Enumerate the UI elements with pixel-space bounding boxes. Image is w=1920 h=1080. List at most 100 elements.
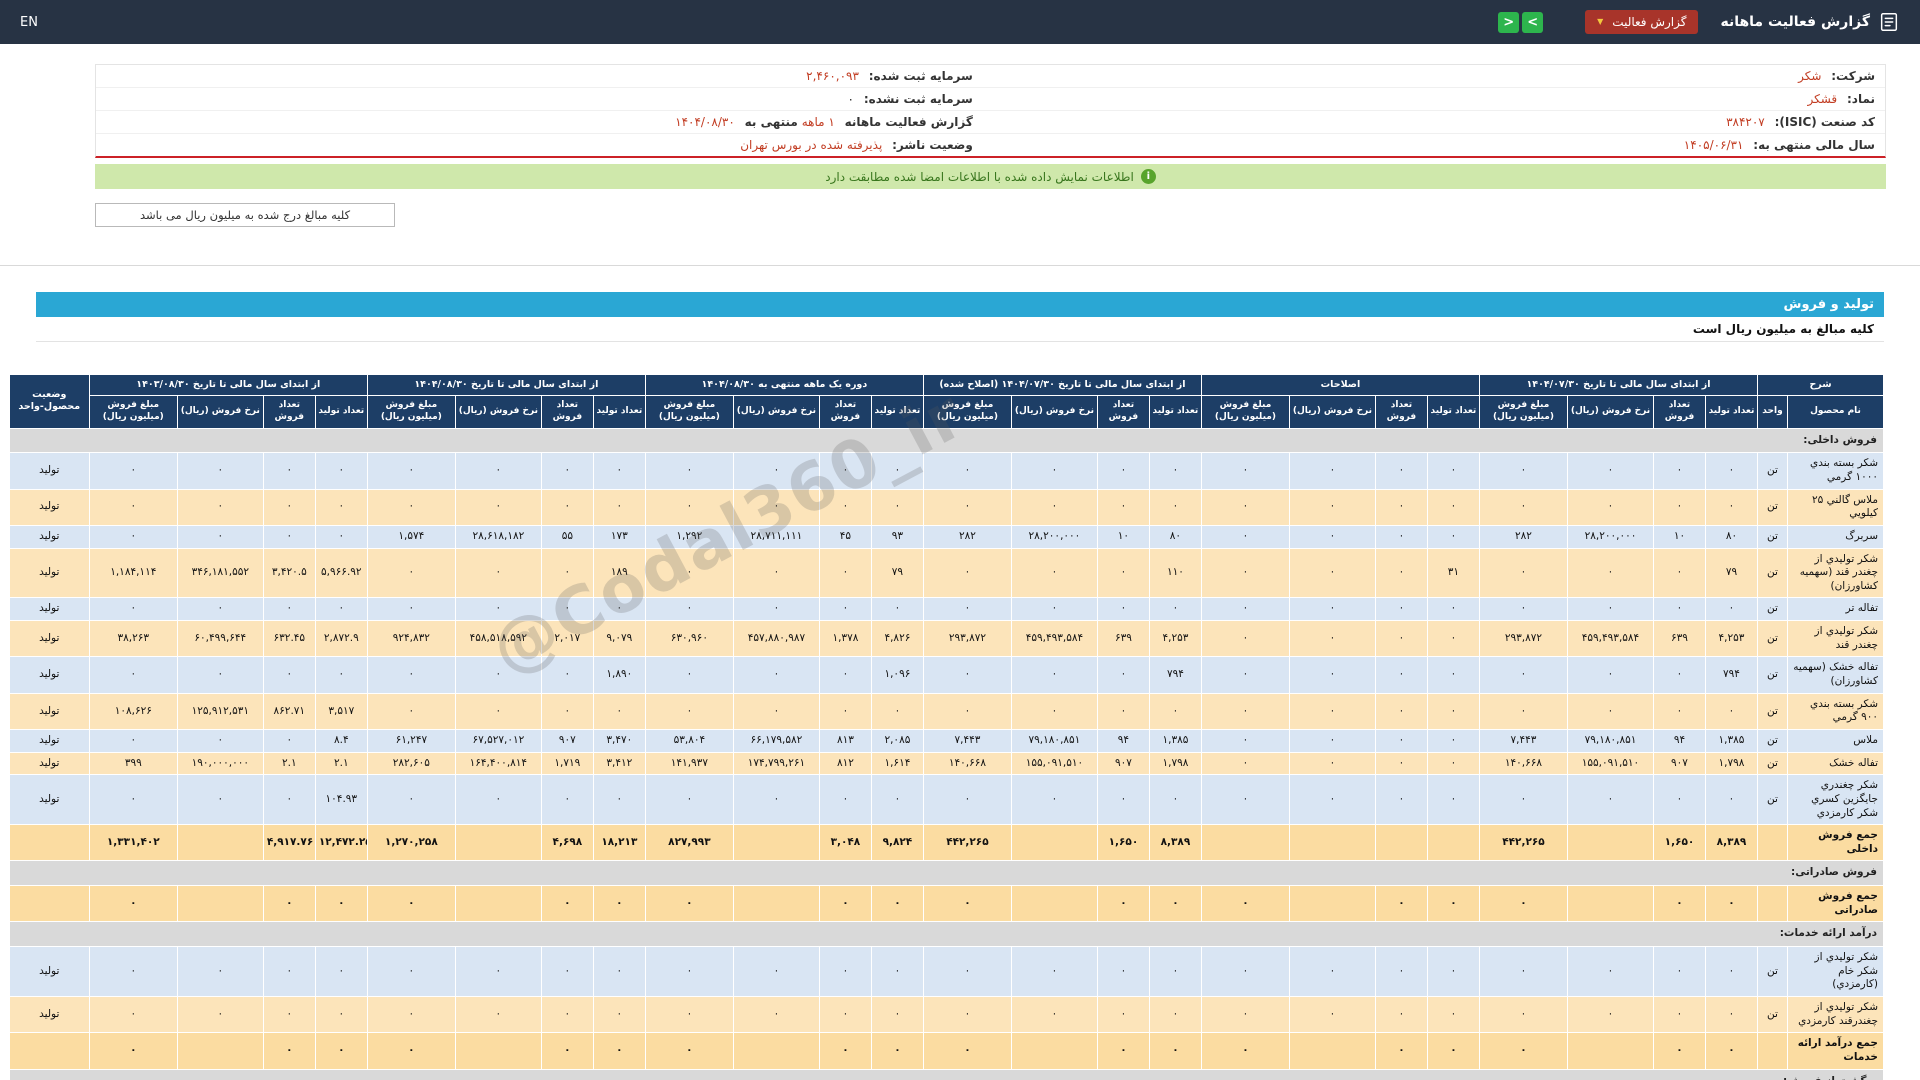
value-cell: ۰ — [922, 774, 1012, 826]
col-header-sub: تعداد تولید — [592, 395, 646, 429]
value-cell: ۰ — [540, 488, 594, 526]
value-cell: ۰ — [454, 995, 542, 1034]
col-header-sub: تعداد فروش — [1652, 395, 1706, 429]
value-cell: ۶۷,۵۲۷,۰۱۲ — [454, 728, 542, 753]
product-status-cell: تولید — [8, 774, 90, 826]
product-row: شکر بسته بندي ۹۰۰ گرمي تن ۰ ۰ ۰ ۰ ۰ ۰ ۰ ۰ ۰ ۰ ۰ ۰ ۰ ۰ ۰ ۰… — [8, 692, 1884, 730]
value-cell: ۰ — [454, 452, 542, 490]
col-header-sub: مبلغ فروش (میلیون ریال) — [1478, 395, 1568, 429]
value-cell: ۰ — [644, 656, 734, 694]
company-label: شرکت: — [1831, 69, 1875, 83]
value-cell: ۲۸۲ — [922, 524, 1012, 549]
value-cell: ۰ — [540, 885, 594, 923]
value-cell: ۰ — [644, 597, 734, 622]
value-cell: ۱۴۱,۹۳۷ — [644, 751, 734, 776]
value-cell: ۰ — [1566, 946, 1654, 997]
value-cell: ۰ — [88, 488, 178, 526]
symbol-value[interactable]: قشکر — [1807, 92, 1837, 106]
product-status-cell — [8, 885, 90, 923]
value-cell: ۰ — [870, 1032, 924, 1070]
section-header-production-sales: تولید و فروش — [36, 292, 1884, 317]
value-cell — [1374, 824, 1428, 862]
value-cell: ۱۷۳ — [592, 524, 646, 549]
value-cell: ۰ — [1652, 995, 1706, 1034]
report-icon — [1878, 11, 1900, 33]
value-cell: ۰ — [454, 656, 542, 694]
col-header-period-1: اصلاحات — [1200, 373, 1480, 397]
value-cell: ۰ — [176, 524, 264, 549]
value-cell: ۰ — [454, 547, 542, 599]
value-cell: ۰ — [1288, 452, 1376, 490]
company-value[interactable]: شکر — [1798, 69, 1821, 83]
value-cell: ۷۹,۱۸۰,۸۵۱ — [1566, 728, 1654, 753]
value-cell: ۱,۰۹۶ — [870, 656, 924, 694]
value-cell: ۰ — [1288, 692, 1376, 730]
value-cell: ۰ — [922, 692, 1012, 730]
value-cell: ۰ — [1374, 946, 1428, 997]
value-cell: ۱,۳۸۵ — [1148, 728, 1202, 753]
value-cell: ۰ — [1200, 597, 1290, 622]
product-name-cell: تفاله خشک (سهمیه کشاورزان) — [1787, 656, 1884, 694]
unit-cell: تن — [1756, 597, 1789, 622]
value-cell: ۰ — [176, 995, 264, 1034]
value-cell: ۰ — [1010, 946, 1098, 997]
value-cell: ۶۶,۱۷۹,۵۸۲ — [732, 728, 820, 753]
value-cell: ۰ — [1148, 452, 1202, 490]
value-cell: ۷۹۴ — [1148, 656, 1202, 694]
value-cell: ۰ — [1200, 547, 1290, 599]
value-cell: ۷۹ — [870, 547, 924, 599]
unit-cell — [1756, 1032, 1789, 1070]
isic-label: کد صنعت (ISIC): — [1774, 115, 1875, 129]
value-cell: ۰ — [262, 885, 316, 923]
value-cell: ۰ — [88, 597, 178, 622]
value-cell: ۰ — [176, 488, 264, 526]
header-sub-row: نام محصول واحد تعداد تولید تعداد فروش نرخ فر… — [9, 395, 1884, 429]
product-status-cell: تولید — [8, 995, 90, 1034]
value-cell: ۰ — [314, 488, 368, 526]
col-header-desc: شرح — [1756, 373, 1885, 397]
value-cell: ۰ — [540, 995, 594, 1034]
value-cell: ۲,۰۸۵ — [870, 728, 924, 753]
value-cell: ۰ — [1478, 452, 1568, 490]
product-row: شکر چغندري جایگزین کسري شکر کارمزدي تن ۰ ۰ ۰… — [8, 774, 1884, 826]
value-cell: ۰ — [1652, 692, 1706, 730]
value-cell: ۰ — [540, 692, 594, 730]
registered-capital-value: ۲,۴۶۰,۰۹۳ — [806, 69, 859, 83]
value-cell: ۰ — [1652, 452, 1706, 490]
value-cell: ۰ — [1426, 751, 1480, 776]
value-cell — [454, 824, 542, 862]
value-cell: ۱۰ — [1096, 524, 1150, 549]
value-cell: ۰ — [1288, 728, 1376, 753]
value-cell: ۰ — [1374, 452, 1428, 490]
value-cell: ۱,۶۵۰ — [1096, 824, 1150, 862]
value-cell: ۰ — [540, 656, 594, 694]
value-cell: ۰ — [1478, 1032, 1568, 1070]
product-name-cell: سربرگ — [1787, 524, 1884, 549]
value-cell: ۰ — [1288, 995, 1376, 1034]
report-type-dropdown[interactable]: گزارش فعالیت ▼ — [1585, 10, 1699, 34]
info-pair: وضعیت ناشر: پذیرفته شده در بورس تهران — [106, 138, 973, 152]
value-cell: ۰ — [732, 774, 820, 826]
value-cell: ۰ — [88, 885, 178, 923]
value-cell: ۴۵۷,۸۸۰,۹۸۷ — [732, 620, 820, 658]
product-name-cell: شکر بسته بندي ۹۰۰ گرمي — [1787, 692, 1884, 730]
product-row: ملاس تن ۱,۳۸۵ ۹۴ ۷۹,۱۸۰,۸۵۱ ۷,۴۴۳ ۰ ۰ ۰ ۰ ۱,۳۸۵ ۹۴ ۷… — [8, 728, 1884, 753]
value-cell: ۶۱,۲۴۷ — [366, 728, 456, 753]
value-cell: ۰ — [870, 452, 924, 490]
nav-forward-icon[interactable]: > — [1522, 11, 1544, 33]
value-cell: ۸۰ — [1704, 524, 1758, 549]
unregistered-capital-label: سرمایه ثبت نشده: — [863, 92, 973, 106]
value-cell: ۰ — [1374, 1032, 1428, 1070]
value-cell: ۰ — [1374, 656, 1428, 694]
nav-back-icon[interactable]: < — [1498, 11, 1520, 33]
value-cell — [1288, 1032, 1376, 1070]
language-toggle-en[interactable]: EN — [20, 15, 38, 30]
value-cell: ۰ — [592, 1032, 646, 1070]
value-cell: ۰ — [818, 774, 872, 826]
value-cell — [1426, 824, 1480, 862]
value-cell: ۰ — [262, 728, 316, 753]
production-table-head: شرح از ابتدای سال مالی تا تاریخ ۱۴۰۴/۰۷/۳… — [8, 373, 1885, 429]
value-cell: ۰ — [1566, 656, 1654, 694]
value-cell: ۱۱۰ — [1148, 547, 1202, 599]
chevron-down-icon: ▼ — [1597, 17, 1604, 26]
